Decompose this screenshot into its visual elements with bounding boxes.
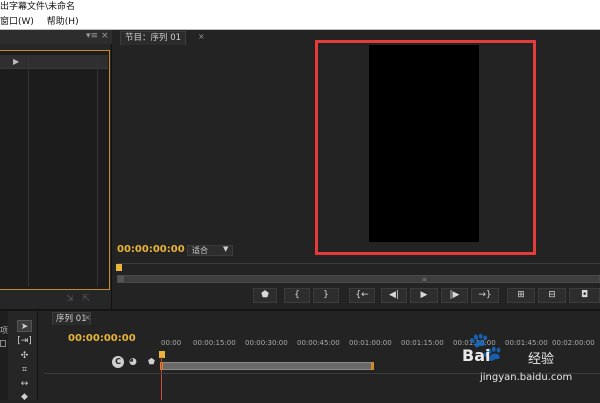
column-divider [28,56,29,286]
razor-tool-icon[interactable]: ◆ [17,391,32,403]
watermark-brand-cn: 经验 [528,352,555,367]
menu-item-window[interactable]: 窗口(W) [0,17,34,27]
out-point-icon: } [323,290,329,300]
watermark-url: jingyan.baidu.com [480,372,573,383]
selection-tool-icon[interactable]: ➤ [17,320,32,332]
tab-program[interactable]: 节目：序列 01 [120,31,187,45]
expand-arrow-icon[interactable]: ▶ [13,57,19,66]
add-marker-icon[interactable]: ⬟ [148,357,155,366]
work-area-bar[interactable] [160,362,373,370]
ruler-tick-label: 00:00:30:00 [245,339,288,347]
side-label: 项 [0,326,8,335]
playhead-icon[interactable] [159,351,165,358]
export-frame-button[interactable]: ◘ [569,288,600,303]
step-back-icon: ◀| [389,290,399,300]
snap-icon[interactable]: C [112,356,124,368]
panel-menu-icon[interactable]: ▾≡ [86,31,98,41]
close-icon[interactable]: × [84,313,91,322]
ruler-tick-label: 00:00 [161,339,182,347]
ruler-tick-label: 00:01:00:00 [349,339,392,347]
highlight-annotation [315,40,536,255]
mark-out-button[interactable]: } [313,288,339,303]
timeline-timecode[interactable]: 00:00:00:00 [68,333,136,344]
ruler-tick-label: 00:01:15:00 [401,339,444,347]
playhead-line [161,357,162,400]
track-select-tool-icon[interactable]: [⇥] [17,335,32,347]
menu-item-help[interactable]: 帮助(H) [47,17,79,27]
chevron-down-icon[interactable]: ▼ [223,245,228,253]
close-icon[interactable]: × [198,32,205,41]
lift-icon: ⊞ [517,290,525,300]
play-button[interactable]: ▶ [410,288,438,303]
timeline-panel [40,311,600,400]
zoom-scroll-bar[interactable] [117,275,600,283]
monitor-time-ruler[interactable] [117,263,600,272]
program-timecode[interactable]: 00:00:00:00 [117,244,185,255]
linked-selection-icon[interactable]: ◕ [129,357,139,367]
step-forward-icon: |▶ [449,290,460,300]
go-to-in-icon: {← [355,290,369,300]
ruler-tick-label: 00:01:45:00 [505,339,548,347]
play-icon: ▶ [420,290,428,300]
rate-stretch-tool-icon[interactable]: ↔ [17,378,32,390]
ruler-tick-label: 00:00:15:00 [193,339,236,347]
go-to-out-button[interactable]: →} [471,288,499,303]
ruler-tick-label: 00:00:45:00 [297,339,340,347]
side-box-icon [0,340,6,347]
scroll-grip-icon: ≡ [422,276,428,283]
menu-bar: 窗口(W) 帮助(H) [0,15,600,29]
extract-button[interactable]: ⊟ [538,288,566,303]
step-forward-button[interactable]: |▶ [441,288,468,303]
extract-icon: ⊟ [548,290,556,300]
scroll-handle[interactable] [118,276,124,282]
camera-icon: ◘ [580,290,589,300]
ripple-edit-tool-icon[interactable]: ✣ [17,350,32,362]
step-back-button[interactable]: ◀| [381,288,407,303]
in-point-icon: { [294,290,300,300]
work-area-end-handle[interactable] [371,362,374,370]
panel-footer-icons: ⇲ ⇱ [66,294,93,304]
watermark-brand: Bai [462,346,491,365]
column-divider [97,56,98,286]
marker-button[interactable]: ⬟ [253,288,277,303]
mark-in-button[interactable]: { [284,288,310,303]
playhead-marker-icon[interactable] [116,264,122,271]
project-panel-content [0,50,110,290]
rolling-edit-tool-icon[interactable]: ⌗ [17,364,32,376]
go-to-out-icon: →} [478,290,492,300]
go-to-in-button[interactable]: {← [349,288,375,303]
lift-button[interactable]: ⊞ [507,288,535,303]
ruler-tick-label: 00:02:00:00 [552,339,595,347]
window-title: 出字幕文件\未命名 [0,0,600,15]
marker-icon: ⬟ [261,290,269,300]
close-icon[interactable]: × [101,31,109,41]
